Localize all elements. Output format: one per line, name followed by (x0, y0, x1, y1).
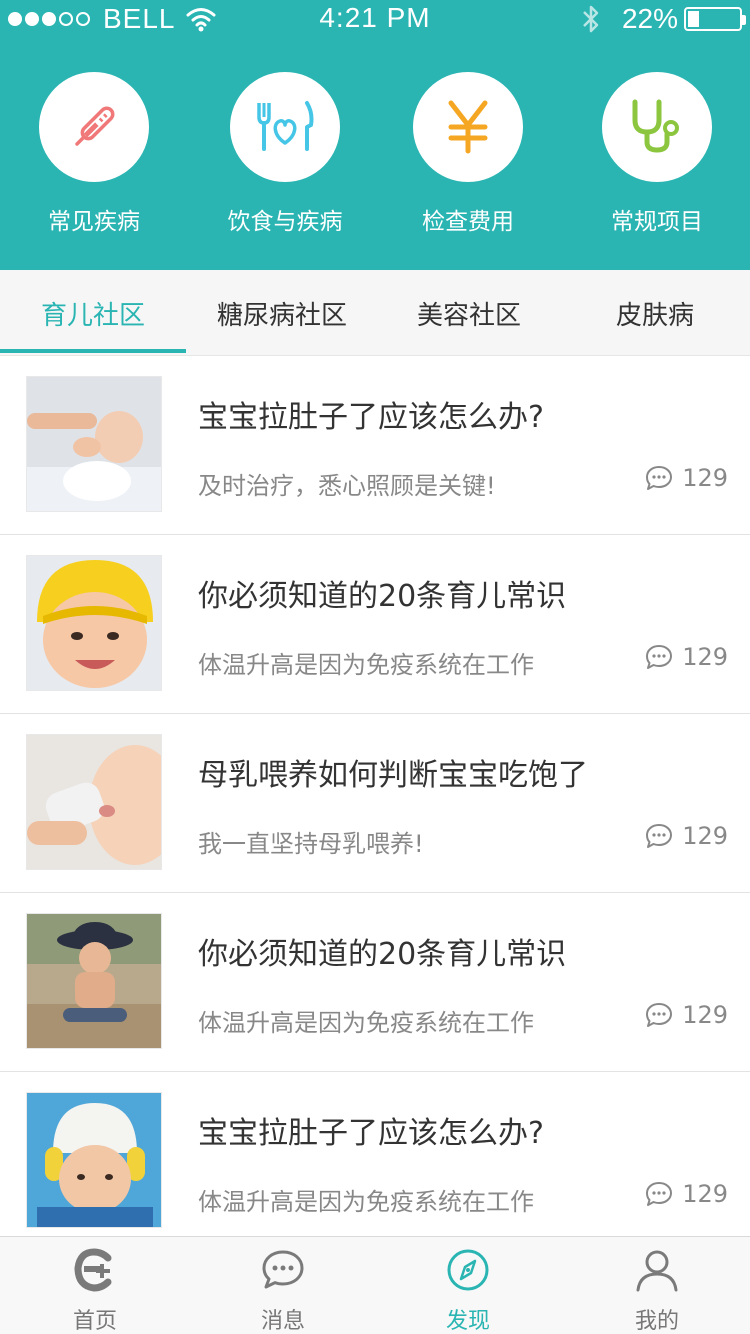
comment-count[interactable]: 129 (644, 464, 728, 492)
compass-icon (447, 1249, 489, 1291)
battery-percent: 22% (621, 3, 678, 34)
post-title: 你必须知道的20条育儿常识 (198, 579, 567, 614)
quicknav-label: 常见疾病 (48, 209, 140, 235)
comment-icon (646, 1182, 673, 1206)
status-bar: BELL 4:21 PM 22% (0, 0, 750, 40)
list-item[interactable]: 你必须知道的20条育儿常识 体温升高是因为免疫系统在工作 129 (0, 535, 750, 714)
tab-skin-disease[interactable]: 皮肤病 (560, 270, 750, 356)
comment-count-value: 129 (682, 822, 728, 850)
tabbar-label: 首页 (72, 1309, 117, 1334)
tab-parenting[interactable]: 育儿社区 (0, 270, 186, 356)
comment-count[interactable]: 129 (644, 1001, 728, 1029)
stethoscope-icon (632, 99, 679, 153)
comment-icon (646, 824, 673, 848)
post-thumbnail (26, 734, 162, 870)
comment-icon (646, 466, 673, 490)
tabbar-discover[interactable]: 发现 (393, 1245, 543, 1334)
post-thumbnail (26, 1092, 162, 1228)
post-subtitle: 体温升高是因为免疫系统在工作 (198, 651, 534, 679)
quicknav-label: 常规项目 (611, 209, 703, 235)
comment-count[interactable]: 129 (644, 643, 728, 671)
comment-count[interactable]: 129 (644, 822, 728, 850)
yen-icon (448, 100, 488, 154)
quicknav-diet-diseases[interactable]: 饮食与疾病 (195, 72, 375, 236)
battery-icon (684, 7, 746, 31)
quicknav-routine-items[interactable]: 常规项目 (567, 72, 747, 236)
comment-icon (646, 1003, 673, 1027)
chat-bubble-icon (262, 1250, 304, 1289)
list-item[interactable]: 母乳喂养如何判断宝宝吃饱了 我一直坚持母乳喂养! 129 (0, 714, 750, 893)
quicknav-label: 饮食与疾病 (227, 209, 343, 235)
list-item[interactable]: 宝宝拉肚子了应该怎么办? 体温升高是因为免疫系统在工作 129 (0, 1072, 750, 1251)
post-subtitle: 及时治疗，悉心照顾是关键! (198, 472, 496, 500)
tabbar-label: 我的 (634, 1309, 679, 1334)
quicknav-label: 检查费用 (422, 209, 514, 235)
home-e-icon (74, 1248, 112, 1292)
post-thumbnail (26, 555, 162, 691)
comment-icon (646, 645, 673, 669)
tab-diabetes[interactable]: 糖尿病社区 (186, 270, 378, 356)
comment-count-value: 129 (682, 643, 728, 671)
comment-count-value: 129 (682, 1001, 728, 1029)
active-tab-indicator (0, 349, 186, 353)
post-thumbnail (26, 376, 162, 512)
post-thumbnail (26, 913, 162, 1049)
person-icon (636, 1250, 678, 1292)
thermometer-icon (75, 106, 115, 146)
heart-fork-knife-icon (257, 101, 314, 151)
comment-count[interactable]: 129 (644, 1180, 728, 1208)
tabbar-home[interactable]: 首页 (20, 1245, 170, 1334)
comment-count-value: 129 (682, 1180, 728, 1208)
quicknav-exam-costs[interactable]: 检查费用 (378, 72, 558, 236)
list-item[interactable]: 你必须知道的20条育儿常识 体温升高是因为免疫系统在工作 129 (0, 893, 750, 1072)
comment-count-value: 129 (682, 464, 728, 492)
bottom-tab-bar: 首页 消息 发现 我的 (0, 1236, 750, 1334)
tabbar-messages[interactable]: 消息 (208, 1245, 358, 1334)
post-subtitle: 体温升高是因为免疫系统在工作 (198, 1009, 534, 1037)
bluetooth-icon (583, 5, 599, 33)
post-title: 你必须知道的20条育儿常识 (198, 937, 567, 972)
post-list: 宝宝拉肚子了应该怎么办? 及时治疗，悉心照顾是关键! 129 你必须知道的20条… (0, 356, 750, 1251)
post-title: 宝宝拉肚子了应该怎么办? (198, 1116, 544, 1151)
community-tabs: 育儿社区 糖尿病社区 美容社区 皮肤病 (0, 270, 750, 356)
tab-beauty[interactable]: 美容社区 (378, 270, 560, 356)
tabbar-me[interactable]: 我的 (582, 1245, 732, 1334)
post-title: 母乳喂养如何判断宝宝吃饱了 (198, 758, 588, 793)
post-title: 宝宝拉肚子了应该怎么办? (198, 400, 544, 435)
header: BELL 4:21 PM 22% 常见疾病 饮食与疾病 检查费用 常规项目 (0, 0, 750, 270)
post-subtitle: 体温升高是因为免疫系统在工作 (198, 1188, 534, 1216)
quick-nav: 常见疾病 饮食与疾病 检查费用 常规项目 (0, 72, 750, 242)
post-subtitle: 我一直坚持母乳喂养! (198, 830, 424, 858)
list-item[interactable]: 宝宝拉肚子了应该怎么办? 及时治疗，悉心照顾是关键! 129 (0, 356, 750, 535)
quicknav-common-diseases[interactable]: 常见疾病 (4, 72, 184, 236)
tabbar-label: 发现 (445, 1309, 490, 1334)
tabbar-label: 消息 (260, 1309, 305, 1334)
